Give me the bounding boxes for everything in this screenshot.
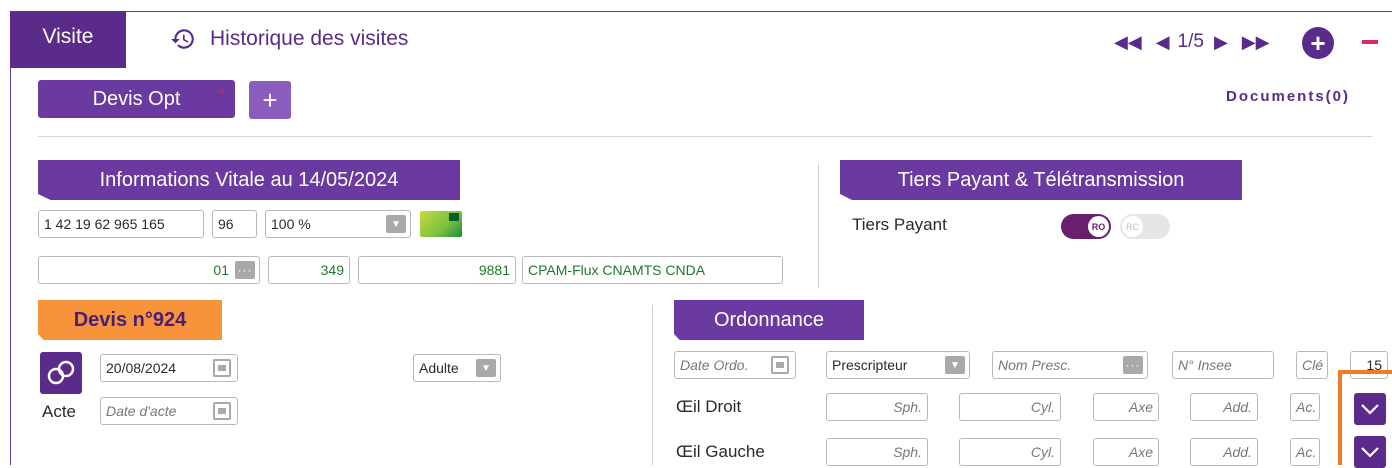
taux-select[interactable]: 100 % ▼ <box>265 210 411 238</box>
vitale-card-icon[interactable] <box>420 211 462 237</box>
highlight-frame <box>1338 370 1392 465</box>
taux-value: 100 % <box>271 216 311 232</box>
tab-visite[interactable]: Visite <box>10 11 126 68</box>
od-sph-field[interactable]: Sph. <box>826 393 928 421</box>
devis-section-title: Devis n°924 <box>38 300 222 340</box>
section-separator <box>818 163 819 288</box>
og-axe-field[interactable]: Axe <box>1093 438 1159 466</box>
nom-presc-placeholder: Nom Presc. <box>998 357 1072 373</box>
rang-field[interactable]: 96 <box>212 210 257 238</box>
documents-link[interactable]: Documents(0) <box>1226 88 1350 105</box>
insee-field[interactable]: N° Insee <box>1172 351 1274 379</box>
nir-field[interactable]: 1 42 19 62 965 165 <box>38 210 204 238</box>
calendar-icon[interactable] <box>771 356 789 374</box>
od-cyl-field[interactable]: Cyl. <box>959 393 1061 421</box>
tiers-payant-label: Tiers Payant <box>852 215 947 234</box>
od-axe-field[interactable]: Axe <box>1093 393 1159 421</box>
calendar-icon[interactable] <box>213 359 231 377</box>
section-separator <box>652 305 653 465</box>
date-ordo-placeholder: Date Ordo. <box>680 357 749 373</box>
ro-toggle[interactable]: RO <box>1061 214 1111 239</box>
close-devis-icon[interactable]: × <box>218 84 225 98</box>
organisme-field[interactable]: CPAM-Flux CNAMTS CNDA <box>522 256 783 284</box>
caisse-field[interactable]: 349 <box>268 256 350 284</box>
devis-date-value: 20/08/2024 <box>106 360 177 376</box>
last-page-icon[interactable]: ▶▶ <box>1242 33 1270 51</box>
rc-toggle[interactable]: RC <box>1120 214 1170 239</box>
vitale-section-title: Informations Vitale au 14/05/2024 <box>38 160 460 200</box>
prescripteur-value: Prescripteur <box>832 357 908 373</box>
more-dots-icon[interactable]: ··· <box>1123 356 1143 374</box>
add-visit-icon[interactable]: + <box>1302 27 1334 59</box>
oeil-droit-label: Œil Droit <box>676 397 742 416</box>
next-page-icon[interactable]: ▶ <box>1214 33 1228 51</box>
divider <box>38 136 1372 137</box>
nom-presc-field[interactable]: Nom Presc. ··· <box>992 351 1148 379</box>
top-border <box>10 11 1392 12</box>
acte-label: Acte <box>42 402 77 421</box>
od-add-field[interactable]: Add. <box>1190 393 1258 421</box>
devis-date-field[interactable]: 20/08/2024 <box>100 354 238 382</box>
patient-type-value: Adulte <box>419 360 459 376</box>
add-devis-button[interactable]: + <box>249 81 291 119</box>
more-dots-icon[interactable]: ··· <box>235 261 255 279</box>
date-acte-placeholder: Date d'acte <box>106 403 177 419</box>
patient-type-select[interactable]: Adulte ▼ <box>413 354 501 382</box>
chevron-down-icon: ▼ <box>945 356 965 374</box>
chevron-down-icon: ▼ <box>386 215 406 233</box>
cle-field[interactable]: Clé <box>1296 351 1328 379</box>
ordonnance-section-title: Ordonnance <box>674 300 864 340</box>
calendar-icon[interactable] <box>213 402 231 420</box>
lens-icon <box>47 360 75 385</box>
date-acte-field[interactable]: Date d'acte <box>100 397 238 425</box>
chevron-down-icon: ▼ <box>476 359 496 377</box>
page-counter: 1/5 <box>1177 31 1204 52</box>
tiers-section-title: Tiers Payant & Télétransmission <box>840 160 1242 200</box>
remove-visit-icon[interactable] <box>1362 40 1378 44</box>
devis-tab[interactable]: Devis Opt <box>38 80 235 118</box>
ro-toggle-knob: RO <box>1088 216 1109 237</box>
og-sph-field[interactable]: Sph. <box>826 438 928 466</box>
regime-value: 01 <box>213 262 229 278</box>
og-ac-field[interactable]: Ac. <box>1290 438 1320 466</box>
pagination: ◀◀ ◀ 1/5 ▶ ▶▶ <box>1114 24 1269 60</box>
first-page-icon[interactable]: ◀◀ <box>1114 33 1142 51</box>
prev-page-icon[interactable]: ◀ <box>1156 33 1170 51</box>
history-icon <box>171 29 194 49</box>
prescripteur-select[interactable]: Prescripteur ▼ <box>826 351 970 379</box>
regime-field[interactable]: 01 ··· <box>38 256 260 284</box>
og-add-field[interactable]: Add. <box>1190 438 1258 466</box>
glasses-icon <box>40 352 82 394</box>
tab-historique[interactable]: Historique des visites <box>170 24 408 54</box>
centre-field[interactable]: 9881 <box>358 256 516 284</box>
od-ac-field[interactable]: Ac. <box>1290 393 1320 421</box>
rc-toggle-knob: RC <box>1122 216 1143 237</box>
oeil-gauche-label: Œil Gauche <box>676 442 765 461</box>
og-cyl-field[interactable]: Cyl. <box>959 438 1061 466</box>
left-border <box>10 11 11 465</box>
tab-historique-label: Historique des visites <box>210 27 409 50</box>
date-ordo-field[interactable]: Date Ordo. <box>674 351 796 379</box>
